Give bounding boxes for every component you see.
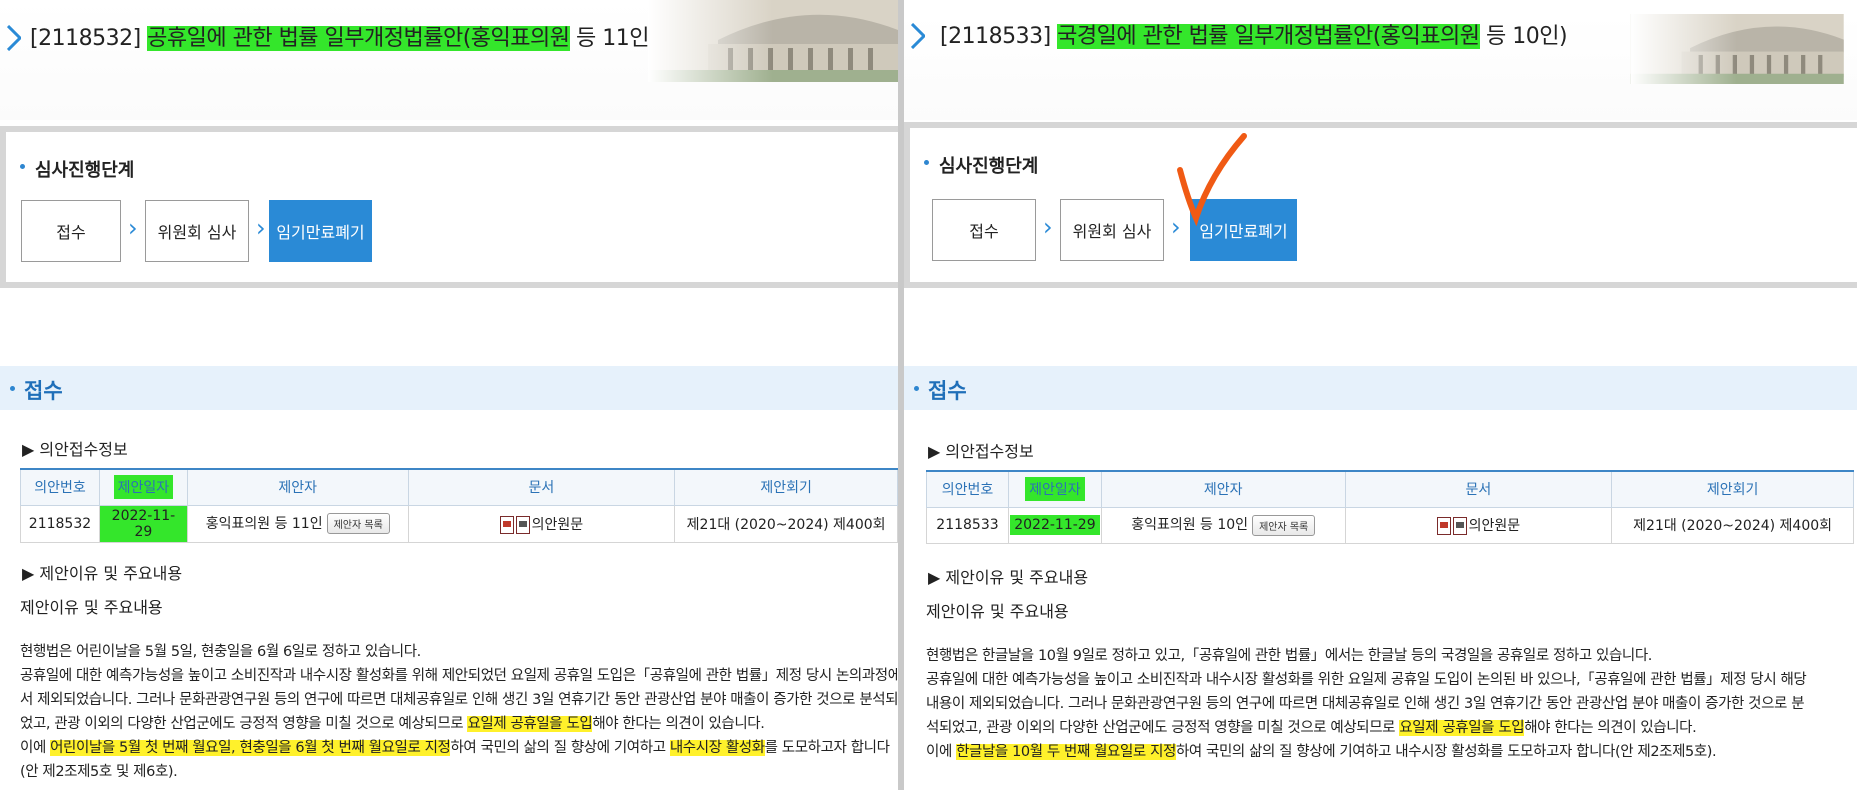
session: 제21대 (2020~2024) 제400회: [1611, 506, 1854, 544]
section-title: 접수: [928, 379, 967, 403]
reason-body: 현행법은 어린이날을 5월 5일, 현충일을 6월 6일로 정하고 있습니다. …: [20, 644, 898, 780]
info-table: 의안번호 제안일자 제안자 문서 제안회기 2118533 2022-11-29…: [926, 470, 1854, 544]
hwp-doc-icon[interactable]: [499, 515, 514, 534]
bill-no: 2118533: [926, 506, 1009, 544]
section-band: 접수: [0, 366, 898, 410]
stage-receipt[interactable]: 접수: [21, 200, 121, 262]
reason-body: 현행법은 한글날을 10월 9일로 정하고 있고,「공휴일에 관한 법률」에서는…: [926, 648, 1807, 760]
stage-heading: 심사진행단계: [924, 152, 1038, 178]
bill-header: [2118533] 국경일에 관한 법률 일부개정법률안(홍익표의원 등 10인…: [904, 14, 1857, 120]
proposal-date: 2022-11-29: [1007, 506, 1102, 544]
chevron-right-icon: [911, 23, 925, 49]
col-session: 제안회기: [1611, 470, 1854, 508]
session: 제21대 (2020~2024) 제400회: [674, 504, 898, 543]
col-document: 문서: [1344, 470, 1613, 508]
info-table: 의안번호 제안일자 제안자 문서 제안회기 2118532 2022-11-29…: [20, 468, 898, 543]
building-photo: [1630, 14, 1844, 84]
chevron-right-icon: ›: [256, 214, 266, 242]
document[interactable]: 의안원문: [1344, 506, 1613, 544]
bill-pane-left: [2118532] 공휴일에 관한 법률 일부개정법률안(홍익표의원 등 11인…: [0, 0, 898, 790]
col-date: 제안일자: [98, 468, 188, 506]
stage-box: 심사진행단계 접수 › 위원회 심사 › 임기만료폐기: [904, 122, 1857, 288]
table-row: 2118533 2022-11-29 홍익표의원 등 10인 제안자 목록 의안원…: [926, 506, 1854, 544]
proposer: 홍익표의원 등 11인 제안자 목록: [186, 504, 409, 543]
proposer-list-button[interactable]: 제안자 목록: [1252, 514, 1316, 536]
col-document: 문서: [407, 468, 676, 506]
bill-no: 2118532: [20, 504, 100, 543]
document[interactable]: 의안원문: [407, 504, 676, 543]
bill-header: [2118532] 공휴일에 관한 법률 일부개정법률안(홍익표의원 등 11인…: [0, 0, 898, 120]
reason-label: 제안이유 및 주요내용: [20, 598, 163, 617]
reason-label: 제안이유 및 주요내용: [926, 602, 1069, 621]
stage-expired[interactable]: 임기만료폐기: [269, 200, 372, 262]
section-title: 접수: [24, 379, 63, 403]
section-band: 접수: [904, 366, 1857, 410]
stage-box: 심사진행단계 접수 › 위원회 심사 › 임기만료폐기: [0, 126, 898, 288]
info-heading: ▶ 의안접수정보: [22, 440, 128, 459]
stage-heading: 심사진행단계: [20, 156, 134, 182]
col-session: 제안회기: [674, 468, 898, 506]
proposer-list-button[interactable]: 제안자 목록: [326, 513, 390, 535]
chevron-right-icon: ›: [128, 214, 138, 242]
pdf-doc-icon[interactable]: [1452, 517, 1467, 535]
pdf-doc-icon[interactable]: [515, 515, 530, 534]
bill-title: [2118532] 공휴일에 관한 법률 일부개정법률안(홍익표의원 등 11인…: [30, 26, 658, 51]
stage-committee-review[interactable]: 위원회 심사: [1060, 199, 1164, 261]
hwp-doc-icon[interactable]: [1436, 517, 1451, 535]
proposer: 홍익표의원 등 10인 제안자 목록: [1100, 506, 1346, 544]
stage-receipt[interactable]: 접수: [932, 199, 1036, 261]
col-proposer: 제안자: [186, 468, 409, 506]
bill-title: [2118533] 국경일에 관한 법률 일부개정법률안(홍익표의원 등 10인…: [940, 24, 1568, 49]
chevron-right-icon: [7, 25, 21, 51]
chevron-right-icon: ›: [1043, 213, 1053, 241]
info-heading: ▶ 의안접수정보: [928, 442, 1034, 461]
proposal-date: 2022-11-29: [98, 504, 188, 543]
reason-heading: ▶ 제안이유 및 주요내용: [22, 564, 183, 583]
table-row: 2118532 2022-11-29 홍익표의원 등 11인 제안자 목록 의안원…: [20, 504, 898, 543]
col-bill-no: 의안번호: [20, 468, 100, 506]
bill-pane-right: [2118533] 국경일에 관한 법률 일부개정법률안(홍익표의원 등 10인…: [904, 0, 1857, 790]
reason-heading: ▶ 제안이유 및 주요내용: [928, 568, 1089, 587]
col-proposer: 제안자: [1100, 470, 1346, 508]
check-mark-icon: [1177, 133, 1247, 227]
col-bill-no: 의안번호: [926, 470, 1009, 508]
stage-committee-review[interactable]: 위원회 심사: [145, 200, 249, 262]
building-photo: [648, 0, 898, 82]
col-date: 제안일자: [1007, 470, 1102, 508]
